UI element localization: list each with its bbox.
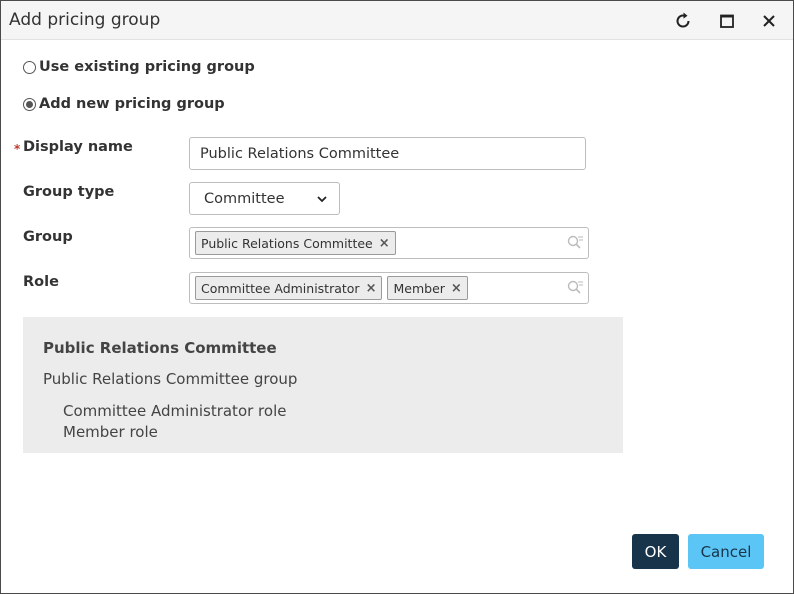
- chevron-down-icon: [317, 195, 327, 202]
- use-existing-label: Use existing pricing group: [39, 59, 255, 75]
- group-tag-label: Public Relations Committee: [201, 235, 373, 251]
- use-existing-option[interactable]: Use existing pricing group: [23, 59, 255, 75]
- search-icon[interactable]: [566, 234, 584, 252]
- role-tag-input[interactable]: Committee Administrator × Member ×: [189, 272, 589, 304]
- display-name-label: Display name: [23, 139, 133, 155]
- role-tag: Committee Administrator ×: [195, 276, 383, 300]
- close-button[interactable]: [757, 9, 781, 33]
- group-type-select[interactable]: Committee: [189, 182, 340, 215]
- role-tag: Member ×: [387, 276, 468, 300]
- role-tag-label: Member: [393, 280, 445, 296]
- group-label: Group: [23, 229, 73, 245]
- maximize-icon: [720, 14, 734, 28]
- role-label: Role: [23, 274, 59, 290]
- add-pricing-group-dialog: Add pricing group Use existing pricing g…: [0, 0, 794, 594]
- maximize-button[interactable]: [715, 9, 739, 33]
- close-icon: [763, 15, 775, 27]
- group-tag-input[interactable]: Public Relations Committee ×: [189, 227, 589, 259]
- add-new-radio[interactable]: [23, 97, 36, 111]
- group-tag: Public Relations Committee ×: [195, 231, 396, 255]
- search-icon[interactable]: [566, 279, 584, 297]
- dialog-title: Add pricing group: [9, 10, 161, 30]
- add-new-option[interactable]: Add new pricing group: [23, 96, 225, 112]
- refresh-icon: [676, 12, 690, 28]
- use-existing-radio[interactable]: [23, 60, 36, 74]
- display-name-input[interactable]: [189, 137, 586, 170]
- tag-remove-icon[interactable]: ×: [366, 282, 377, 295]
- tag-remove-icon[interactable]: ×: [451, 282, 462, 295]
- required-marker: *: [14, 142, 21, 156]
- summary-role-line: Member role: [63, 423, 158, 441]
- role-tag-label: Committee Administrator: [201, 280, 360, 296]
- tag-remove-icon[interactable]: ×: [379, 237, 390, 250]
- group-type-label: Group type: [23, 184, 115, 200]
- group-type-value: Committee: [204, 190, 285, 207]
- refresh-button[interactable]: [671, 9, 695, 33]
- add-new-label: Add new pricing group: [39, 96, 225, 112]
- summary-role-line: Committee Administrator role: [63, 402, 287, 420]
- summary-panel: Public Relations Committee Public Relati…: [23, 317, 623, 453]
- ok-button[interactable]: OK: [632, 534, 679, 569]
- summary-group-line: Public Relations Committee group: [43, 370, 298, 388]
- summary-title: Public Relations Committee: [43, 339, 277, 357]
- cancel-button[interactable]: Cancel: [688, 534, 764, 569]
- dialog-titlebar: Add pricing group: [1, 1, 793, 40]
